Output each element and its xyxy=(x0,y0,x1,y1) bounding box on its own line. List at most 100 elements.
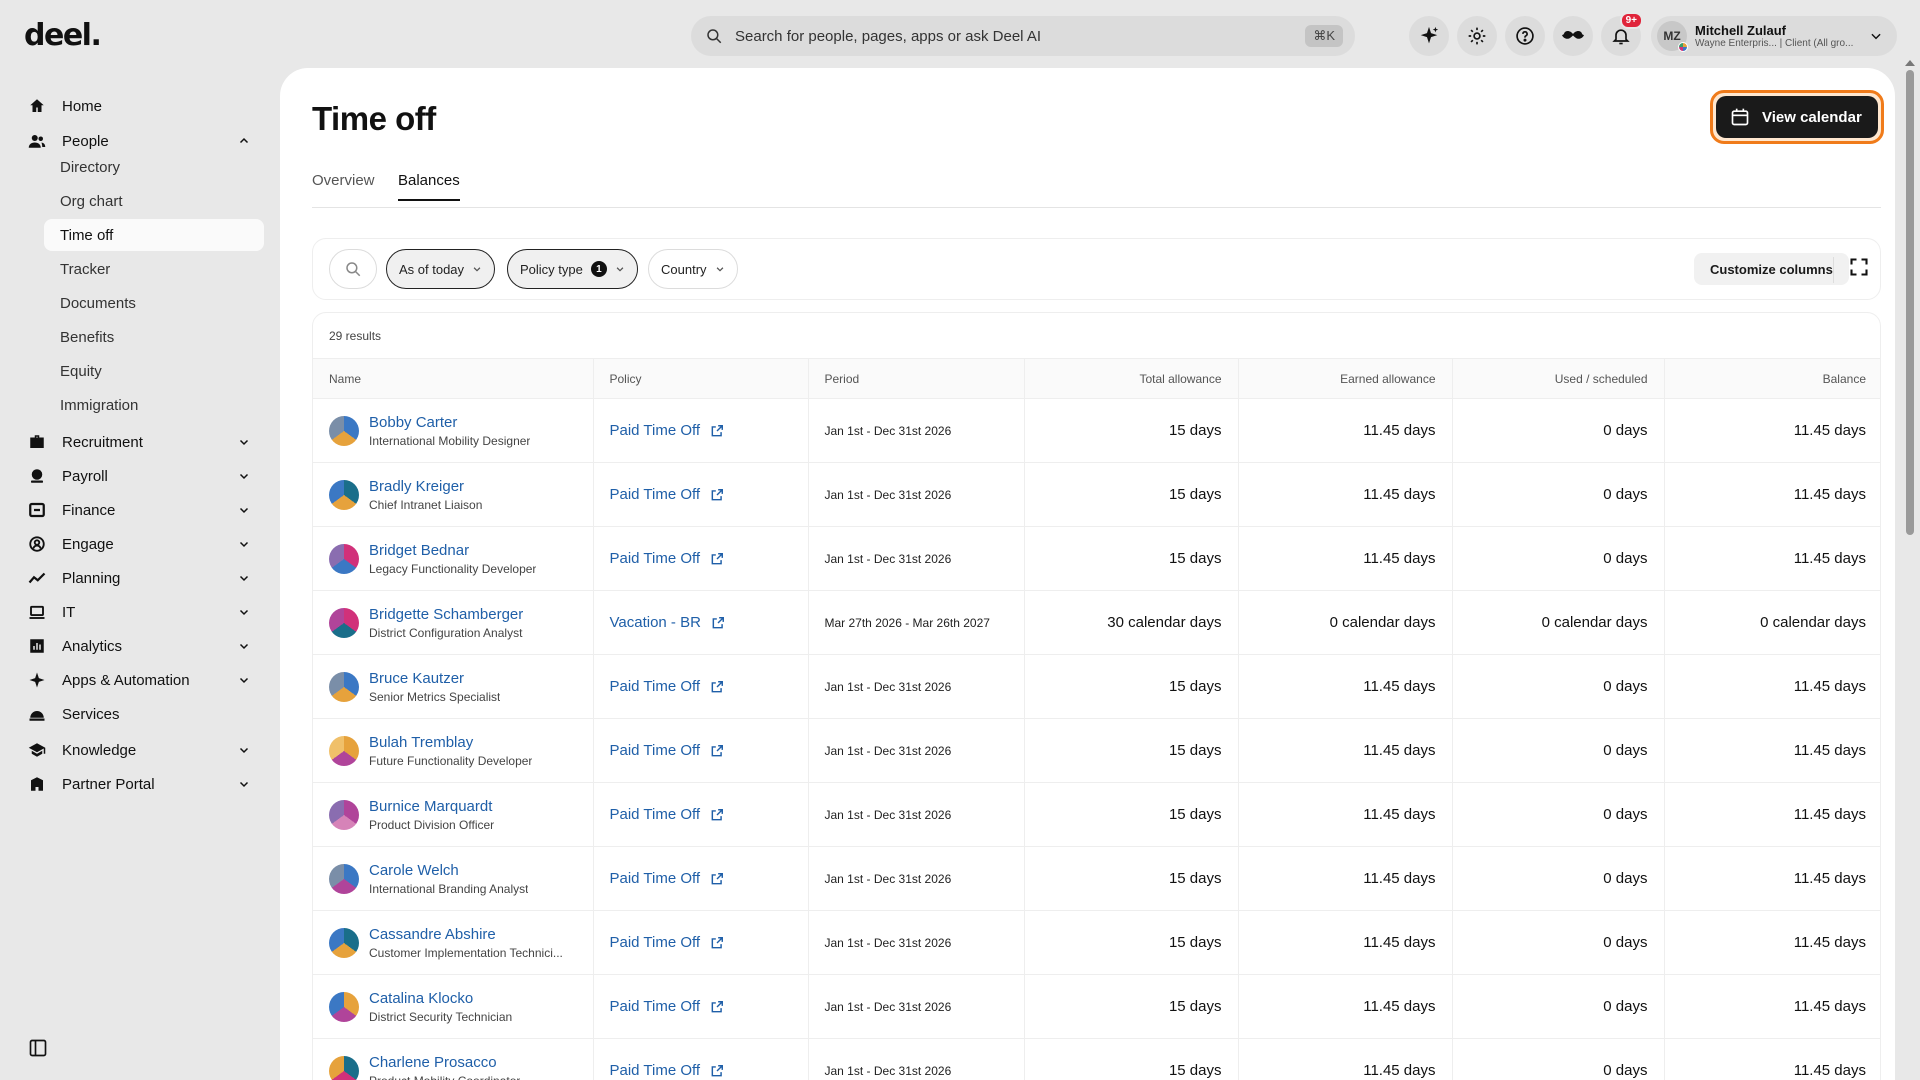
column-header-name[interactable]: Name xyxy=(313,358,594,399)
employee-name-link[interactable]: Bridget Bednar xyxy=(369,542,536,559)
policy-link[interactable]: Paid Time Off xyxy=(610,742,792,759)
tab-balances[interactable]: Balances xyxy=(398,172,460,201)
sidebar-sub-time-off[interactable]: Time off xyxy=(44,219,264,251)
fullscreen-button[interactable] xyxy=(1849,257,1869,282)
policy-cell: Paid Time Off xyxy=(593,718,809,783)
used-scheduled-cell: 0 days xyxy=(1452,974,1665,1039)
settings-button[interactable] xyxy=(1457,16,1497,56)
employee-name-link[interactable]: Carole Welch xyxy=(369,862,528,879)
sidebar-sub-directory[interactable]: Directory xyxy=(44,151,264,183)
employee-job-title: Future Functionality Developer xyxy=(369,753,533,768)
sidebar-sub-benefits[interactable]: Benefits xyxy=(44,321,264,353)
table-row[interactable]: Bruce Kautzer Senior Metrics Specialist … xyxy=(313,654,1880,719)
table-search-button[interactable] xyxy=(329,249,377,289)
sidebar-item-engage[interactable]: Engage xyxy=(28,529,256,559)
tab-overview[interactable]: Overview xyxy=(312,172,375,199)
sidebar-sub-immigration[interactable]: Immigration xyxy=(44,389,264,421)
user-menu[interactable]: MZ Mitchell Zulauf Wayne Enterpris... | … xyxy=(1651,16,1897,56)
policy-link[interactable]: Paid Time Off xyxy=(610,422,792,439)
name-cell: Bruce Kautzer Senior Metrics Specialist xyxy=(313,654,594,719)
employee-name-link[interactable]: Catalina Klocko xyxy=(369,990,512,1007)
services-icon xyxy=(29,711,45,721)
policy-link[interactable]: Paid Time Off xyxy=(610,486,792,503)
employee-name-link[interactable]: Bruce Kautzer xyxy=(369,670,500,687)
as-of-filter[interactable]: As of today xyxy=(386,249,496,289)
policy-link[interactable]: Paid Time Off xyxy=(610,998,792,1015)
name-cell: Bridgette Schamberger District Configura… xyxy=(313,590,594,655)
table-row[interactable]: Bradly Kreiger Chief Intranet Liaison Pa… xyxy=(313,462,1880,527)
employee-name-link[interactable]: Cassandre Abshire xyxy=(369,926,563,943)
collapse-sidebar-button[interactable] xyxy=(28,1038,48,1063)
sidebar-item-partner-portal[interactable]: Partner Portal xyxy=(28,769,256,799)
employee-name-link[interactable]: Bradly Kreiger xyxy=(369,478,482,495)
sidebar-sub-documents[interactable]: Documents xyxy=(44,287,264,319)
sidebar-item-knowledge[interactable]: Knowledge xyxy=(28,735,256,765)
ask-ai-button[interactable] xyxy=(1409,16,1449,56)
employee-name-link[interactable]: Bridgette Schamberger xyxy=(369,606,523,623)
sidebar-item-analytics[interactable]: Analytics xyxy=(28,631,256,661)
column-header-used-scheduled[interactable]: Used / scheduled xyxy=(1452,358,1665,399)
help-button[interactable] xyxy=(1505,16,1545,56)
employee-name-link[interactable]: Burnice Marquardt xyxy=(369,798,494,815)
sidebar-sub-org-chart[interactable]: Org chart xyxy=(44,185,264,217)
used-scheduled-cell: 0 days xyxy=(1452,910,1665,975)
country-filter[interactable]: Country xyxy=(648,249,738,289)
mustache-button[interactable] xyxy=(1553,16,1593,56)
view-calendar-button[interactable]: View calendar xyxy=(1716,96,1878,138)
policy-cell: Paid Time Off xyxy=(593,654,809,719)
table-row[interactable]: Bulah Tremblay Future Functionality Deve… xyxy=(313,718,1880,783)
column-header-total-allowance[interactable]: Total allowance xyxy=(1024,358,1239,399)
sidebar-item-services[interactable]: Services xyxy=(28,699,256,729)
name-cell: Bobby Carter International Mobility Desi… xyxy=(313,398,594,463)
sidebar-item-recruitment[interactable]: Recruitment xyxy=(28,427,256,457)
policy-link[interactable]: Paid Time Off xyxy=(610,678,792,695)
page-scrollbar[interactable] xyxy=(1906,70,1914,535)
table-row[interactable]: Bridget Bednar Legacy Functionality Deve… xyxy=(313,526,1880,591)
employee-name-link[interactable]: Charlene Prosacco xyxy=(369,1054,520,1071)
customize-columns-button[interactable]: Customize columns xyxy=(1694,253,1849,285)
column-header-period[interactable]: Period xyxy=(808,358,1025,399)
policy-link[interactable]: Paid Time Off xyxy=(610,870,792,887)
table-row[interactable]: Cassandre Abshire Customer Implementatio… xyxy=(313,910,1880,975)
table-row[interactable]: Bobby Carter International Mobility Desi… xyxy=(313,398,1880,463)
avatar xyxy=(329,415,359,446)
table-row[interactable]: Catalina Klocko District Security Techni… xyxy=(313,974,1880,1039)
scroll-up-arrow[interactable] xyxy=(1905,60,1915,66)
policy-type-filter[interactable]: Policy type 1 xyxy=(507,249,638,289)
notifications-button[interactable]: 9+ xyxy=(1601,12,1643,56)
column-header-earned-allowance[interactable]: Earned allowance xyxy=(1238,358,1453,399)
deel-logo[interactable]: deel. xyxy=(24,18,102,53)
table-row[interactable]: Burnice Marquardt Product Division Offic… xyxy=(313,782,1880,847)
period-cell: Jan 1st - Dec 31st 2026 xyxy=(808,910,1025,975)
sidebar-item-payroll[interactable]: Payroll xyxy=(28,461,256,491)
external-link-icon xyxy=(711,1000,724,1012)
finance-icon xyxy=(29,502,45,518)
policy-link[interactable]: Paid Time Off xyxy=(610,934,792,951)
global-search[interactable]: Search for people, pages, apps or ask De… xyxy=(691,16,1355,56)
balance-cell: 11.45 days xyxy=(1664,398,1880,463)
used-scheduled-cell: 0 days xyxy=(1452,718,1665,783)
policy-link[interactable]: Vacation - BR xyxy=(610,614,792,631)
sidebar-sub-equity[interactable]: Equity xyxy=(44,355,264,387)
policy-link[interactable]: Paid Time Off xyxy=(610,1062,792,1079)
sidebar-item-apps-automation[interactable]: Apps & Automation xyxy=(28,665,256,695)
period-cell: Jan 1st - Dec 31st 2026 xyxy=(808,718,1025,783)
sidebar-item-home[interactable]: Home xyxy=(28,91,256,121)
sidebar-sub-tracker[interactable]: Tracker xyxy=(44,253,264,285)
sidebar-item-planning[interactable]: Planning xyxy=(28,563,256,593)
table-row[interactable]: Bridgette Schamberger District Configura… xyxy=(313,590,1880,655)
table-row[interactable]: Carole Welch International Branding Anal… xyxy=(313,846,1880,911)
policy-link[interactable]: Paid Time Off xyxy=(610,550,792,567)
column-header-balance[interactable]: Balance xyxy=(1664,358,1880,399)
employee-name-link[interactable]: Bobby Carter xyxy=(369,414,530,431)
table-row[interactable]: Charlene Prosacco Product Mobility Coord… xyxy=(313,1038,1880,1080)
column-header-policy[interactable]: Policy xyxy=(593,358,809,399)
sidebar-item-it[interactable]: IT xyxy=(28,597,256,627)
employee-name-link[interactable]: Bulah Tremblay xyxy=(369,734,532,751)
used-scheduled-cell: 0 days xyxy=(1452,398,1665,463)
policy-link[interactable]: Paid Time Off xyxy=(610,806,792,823)
sidebar-item-finance[interactable]: Finance xyxy=(28,495,256,525)
main-content: Time off View calendar Overview Balances… xyxy=(280,68,1895,1080)
balances-table: Name Policy Period Total allowance Earne… xyxy=(313,358,1880,1080)
external-link-icon xyxy=(711,744,724,756)
